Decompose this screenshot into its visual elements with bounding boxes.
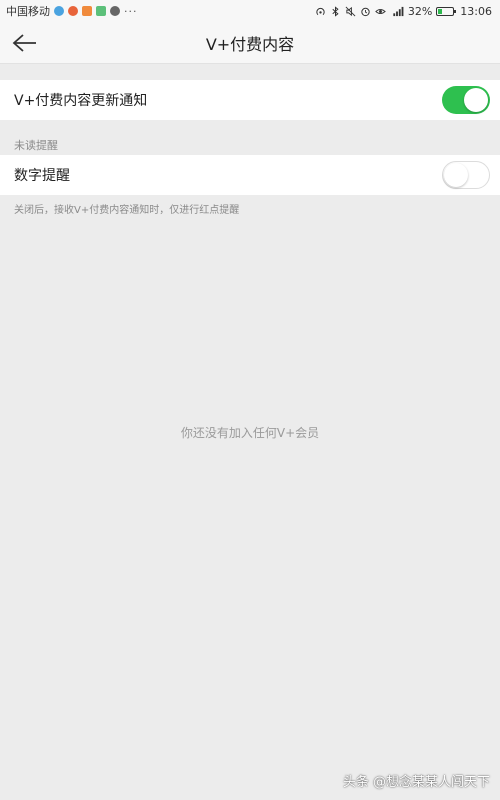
clock: 13:06 xyxy=(460,4,492,18)
status-right: 32% 13:06 xyxy=(315,5,492,18)
battery-percent: 32% xyxy=(407,4,433,18)
app-notification-icon xyxy=(54,6,64,16)
more-notifications-icon: ··· xyxy=(124,4,138,18)
wechat-icon xyxy=(110,6,120,16)
signal-icon xyxy=(393,6,404,16)
status-left: 中国移动 ··· xyxy=(6,3,138,19)
back-button[interactable] xyxy=(8,27,42,59)
toggle-knob xyxy=(464,88,488,112)
reader-app-icon xyxy=(96,6,106,16)
update-notification-toggle[interactable] xyxy=(442,86,490,114)
carrier-label: 中国移动 xyxy=(6,5,50,18)
update-notification-label: V+付费内容更新通知 xyxy=(14,93,148,109)
number-reminder-helper: 关闭后，接收V+付费内容通知时，仅进行红点提醒 xyxy=(14,205,240,216)
watermark: 头条 @想念某某人闯天下 xyxy=(342,775,490,790)
number-reminder-label: 数字提醒 xyxy=(14,168,70,184)
number-reminder-toggle[interactable] xyxy=(442,161,490,189)
page-title: V+付费内容 xyxy=(205,34,295,54)
status-bar: 中国移动 ··· 32% 13:06 xyxy=(0,0,500,22)
eye-icon xyxy=(375,8,386,14)
app-header: V+付费内容 xyxy=(0,22,500,64)
bluetooth-icon xyxy=(332,5,339,17)
update-notification-row: V+付费内容更新通知 xyxy=(0,80,500,120)
battery-level xyxy=(438,8,443,14)
alarm-icon xyxy=(361,7,370,16)
number-reminder-row: 数字提醒 xyxy=(0,155,500,195)
mute-icon xyxy=(345,6,356,16)
hotspot-icon xyxy=(316,7,325,15)
weibo-icon xyxy=(68,6,78,16)
battery-icon xyxy=(436,6,457,16)
news-app-icon xyxy=(82,6,92,16)
toggle-knob xyxy=(444,163,468,187)
section-label-unread: 未读提醒 xyxy=(14,139,58,152)
empty-state-message: 你还没有加入任何V+会员 xyxy=(180,426,320,440)
arrow-left-icon xyxy=(12,34,36,52)
